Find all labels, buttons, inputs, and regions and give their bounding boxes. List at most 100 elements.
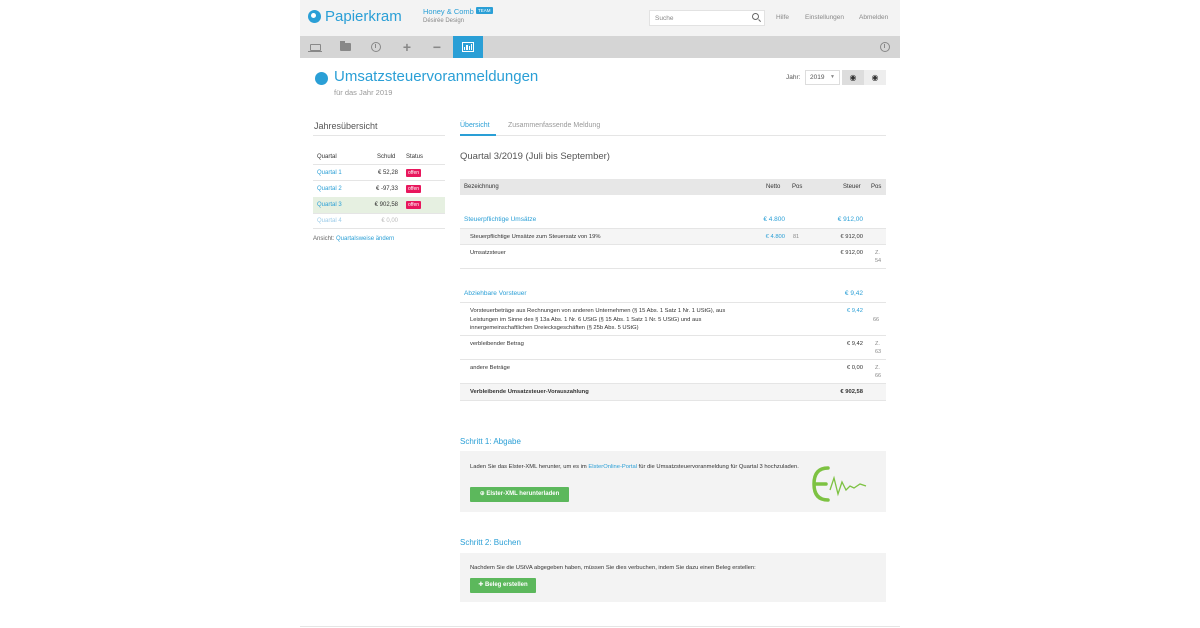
divider xyxy=(313,135,445,136)
tax-value: € 912,00 xyxy=(837,216,863,223)
tax-value[interactable]: € 9,42 xyxy=(818,307,863,315)
company-name[interactable]: Honey & Comb xyxy=(423,7,474,16)
divider xyxy=(460,268,886,269)
divider xyxy=(313,164,445,165)
search-input[interactable]: Suche xyxy=(649,10,765,26)
globe-icon xyxy=(308,10,321,23)
divider xyxy=(313,228,445,229)
show-button[interactable]: ◉ xyxy=(864,70,886,85)
help-link[interactable]: Hilfe xyxy=(776,14,789,21)
total-label: Verbleibende Umsatzsteuer-Vorauszahlung xyxy=(470,389,589,395)
net-value: € 4.800 xyxy=(763,216,785,223)
col-quarter: Quartal xyxy=(317,154,337,160)
logout-link[interactable]: Abmelden xyxy=(859,14,888,21)
table-header xyxy=(460,179,886,195)
divider xyxy=(460,244,886,245)
bar-chart-icon xyxy=(462,42,474,52)
col-tax: Steuer xyxy=(843,184,861,190)
tab-active-indicator xyxy=(460,134,496,136)
toolbar-reports-button[interactable] xyxy=(453,36,483,58)
settings-link[interactable]: Einstellungen xyxy=(805,14,844,21)
row-label: andere Beträge xyxy=(470,365,510,371)
net-value[interactable]: € 4.800 xyxy=(740,233,785,241)
pos-value: 66 xyxy=(875,373,882,379)
pos-value: Z. xyxy=(875,250,880,256)
col-debt: Schuld xyxy=(377,154,396,160)
sidebar-title: Jahresübersicht xyxy=(314,121,378,131)
row-label: Umsatzsteuer xyxy=(470,250,506,256)
col-pos: Pos xyxy=(792,184,803,190)
step2-title: Schritt 2: Buchen xyxy=(460,538,521,547)
toolbar-documents-button[interactable] xyxy=(330,36,360,58)
tax-value: € 9,42 xyxy=(844,290,863,297)
tab-overview[interactable]: Übersicht xyxy=(460,122,490,129)
plus-icon: + xyxy=(402,39,412,55)
step2-text: Nachdem Sie die UStVA abgegeben haben, m… xyxy=(470,565,756,571)
download-elster-xml-button[interactable]: ⊕ Elster-XML herunterladen xyxy=(470,487,569,502)
eye-icon: ◉ xyxy=(871,73,879,82)
download-icon: ⊕ xyxy=(479,491,485,497)
create-receipt-button[interactable]: ✚ Beleg erstellen xyxy=(470,578,536,593)
quarter-amount: € 0,00 xyxy=(381,218,398,224)
elster-portal-link[interactable]: ElsterOnline-Portal xyxy=(588,464,637,470)
clock-icon xyxy=(371,42,381,52)
col-label: Bezeichnung xyxy=(464,184,499,190)
quarter-link[interactable]: Quartal 4 xyxy=(317,218,342,224)
status-badge: offen xyxy=(406,201,422,209)
status-badge: offen xyxy=(406,169,422,177)
col-status: Status xyxy=(406,154,424,160)
laptop-icon xyxy=(307,43,322,52)
pos-value: 63 xyxy=(875,349,882,355)
stopwatch-icon xyxy=(880,42,890,52)
toolbar-timer-button[interactable] xyxy=(870,36,900,58)
app-logo[interactable]: Papierkram xyxy=(308,8,402,25)
year-value: 2019 xyxy=(810,74,825,81)
quarter-link[interactable]: Quartal 1 xyxy=(317,170,342,176)
divider xyxy=(313,213,445,214)
quarter-title: Quartal 3/2019 (Juli bis September) xyxy=(460,151,610,162)
step1-title: Schritt 1: Abgabe xyxy=(460,437,521,446)
quarter-amount: € -97,33 xyxy=(375,186,398,192)
col-net: Netto xyxy=(766,184,781,190)
minus-icon: − xyxy=(432,39,442,55)
globe-icon xyxy=(315,72,328,85)
quarter-link[interactable]: Quartal 3 xyxy=(317,202,342,208)
plus-icon: ✚ xyxy=(478,582,484,588)
toolbar-time-button[interactable] xyxy=(361,36,391,58)
footer-divider xyxy=(300,626,900,627)
row-label: Vorsteuerbeträge aus Rechnungen von ande… xyxy=(470,308,726,331)
team-badge: TEAM xyxy=(476,7,493,14)
tax-value: € 9,42 xyxy=(846,341,863,347)
quarter-amount: € 902,58 xyxy=(374,202,398,208)
company-subtitle: Désirée Design xyxy=(423,18,465,24)
toolbar-expense-button[interactable]: − xyxy=(422,36,452,58)
folder-icon xyxy=(339,41,351,51)
hide-button[interactable]: ◉ xyxy=(842,70,864,85)
pos-value: 81 xyxy=(793,234,800,240)
pos-value: Z. xyxy=(875,365,880,371)
pos-value: 66 xyxy=(873,317,880,323)
logo-text: Papierkram xyxy=(325,8,402,25)
row-label: verbleibender Betrag xyxy=(470,341,524,347)
view-toggle: Ansicht: Quartalsweise ändern xyxy=(313,236,394,242)
col-pos2: Pos xyxy=(871,184,882,190)
tab-summary-report[interactable]: Zusammenfassende Meldung xyxy=(508,122,600,129)
quarter-link[interactable]: Quartal 2 xyxy=(317,186,342,192)
view-link[interactable]: Quartalsweise ändern xyxy=(336,236,394,242)
divider xyxy=(460,335,886,336)
chevron-down-icon: ▼ xyxy=(830,74,835,80)
status-badge: offen xyxy=(406,185,422,193)
year-select[interactable]: 2019 ▼ xyxy=(805,70,840,85)
page-title: Umsatzsteuervoranmeldungen xyxy=(334,68,539,85)
search-icon[interactable] xyxy=(752,13,759,20)
total-value: € 902,58 xyxy=(840,389,863,395)
quarter-amount: € 52,28 xyxy=(377,170,398,176)
toolbar-dashboard-button[interactable] xyxy=(300,36,330,58)
toolbar-income-button[interactable]: + xyxy=(392,36,422,58)
tax-value: € 0,00 xyxy=(846,365,863,371)
pos-value: 54 xyxy=(875,258,882,264)
divider xyxy=(460,359,886,360)
divider xyxy=(460,400,886,401)
divider xyxy=(460,302,886,303)
section-title: Steuerpflichtige Umsätze xyxy=(464,216,537,223)
